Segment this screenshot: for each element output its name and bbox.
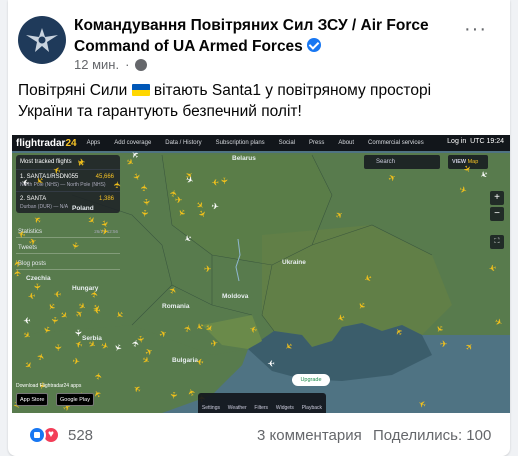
globe-icon <box>135 58 148 71</box>
download-apps-label: Download Flightradar24 apps <box>16 383 82 389</box>
map-label-ukraine: Ukraine <box>282 259 306 266</box>
map-label-moldova: Moldova <box>222 293 249 300</box>
fr24-nav-data-history[interactable]: Data / History <box>165 140 201 146</box>
fr24-bottom-toolbar: Settings Weather Filters Widgets Playbac… <box>198 393 326 413</box>
fr24-clock: Log in UTC 19:24 <box>447 138 504 145</box>
page-name-text[interactable]: Командування Повітряних Сил ЗСУ / Air Fo… <box>74 17 429 55</box>
map-label-czechia: Czechia <box>26 275 51 282</box>
map-label-bulgaria: Bulgaria <box>172 357 199 364</box>
shares-count[interactable]: Поделились: 100 <box>373 427 491 444</box>
fr24-logo[interactable]: flightradar24 <box>16 138 77 149</box>
ukraine-flag-emoji-icon <box>131 84 150 96</box>
fr24-nav-add-coverage[interactable]: Add coverage <box>114 140 151 146</box>
fr24-nav-apps[interactable]: Apps <box>87 140 101 146</box>
app-store-badge[interactable]: App Store <box>16 393 49 406</box>
weather-button[interactable]: Weather <box>228 405 247 411</box>
zoom-in-button[interactable]: + <box>490 191 504 205</box>
fullscreen-button[interactable]: ⛶ <box>490 235 504 249</box>
map-label-poland: Poland <box>72 205 94 212</box>
playback-button[interactable]: Playback <box>302 405 322 411</box>
reactions-summary[interactable]: 528 <box>28 426 93 444</box>
filters-button[interactable]: Filters <box>254 405 268 411</box>
air-force-emblem-icon <box>26 28 58 52</box>
upgrade-button[interactable]: Upgrade <box>292 374 330 386</box>
tracked-flight-item[interactable]: 2. SANTA 1,386 Durban (DUR) — N/A <box>16 191 120 213</box>
fr24-top-bar: flightradar24 Apps Add coverage Data / H… <box>12 135 510 151</box>
map-label-romania: Romania <box>162 303 190 310</box>
map-label-belarus: Belarus <box>232 155 256 162</box>
more-options-button[interactable]: ··· <box>464 18 487 41</box>
most-tracked-title[interactable]: Most tracked flights <box>16 155 120 169</box>
post-text-part1: Повітряні Сили <box>18 82 128 99</box>
verified-badge-icon <box>306 38 321 52</box>
fr24-nav-about[interactable]: About <box>338 140 354 146</box>
comments-count[interactable]: 3 комментария <box>257 427 362 444</box>
tracked-flight-item[interactable]: 1. SANTA1/RSDN055 45,666 North Pole (NHS… <box>16 169 120 191</box>
fr24-nav-commercial[interactable]: Commercial services <box>368 140 424 146</box>
fr24-login-button[interactable]: Log in <box>447 138 466 145</box>
page-avatar[interactable] <box>18 16 66 64</box>
page-name-link[interactable]: Командування Повітряних Сил ЗСУ / Air Fo… <box>74 15 444 57</box>
google-play-badge[interactable]: Google Play <box>56 393 94 406</box>
post-meta: 12 мин. · <box>74 57 148 72</box>
post-footer: 528 3 комментария Поделились: 100 <box>8 416 510 456</box>
fr24-nav-press[interactable]: Press <box>309 140 324 146</box>
fr24-nav-subscription[interactable]: Subscription plans <box>216 140 265 146</box>
zoom-out-button[interactable]: − <box>490 207 504 221</box>
blog-posts-section[interactable]: Blog posts <box>16 259 120 270</box>
fr24-nav-social[interactable]: Social <box>279 140 295 146</box>
reaction-count[interactable]: 528 <box>68 427 93 444</box>
flightradar-screenshot[interactable]: flightradar24 Apps Add coverage Data / H… <box>12 135 510 413</box>
most-tracked-panel: Most tracked flights 1. SANTA1/RSDN055 4… <box>16 155 120 213</box>
widgets-button[interactable]: Widgets <box>276 405 294 411</box>
settings-button[interactable]: Settings <box>202 405 220 411</box>
like-reaction-icon <box>28 426 46 444</box>
post-text: Повітряні Сили вітають Santa1 у повітрян… <box>18 80 488 122</box>
post-time[interactable]: 12 мин. <box>74 57 119 72</box>
map-search-input[interactable]: Search <box>364 155 440 169</box>
